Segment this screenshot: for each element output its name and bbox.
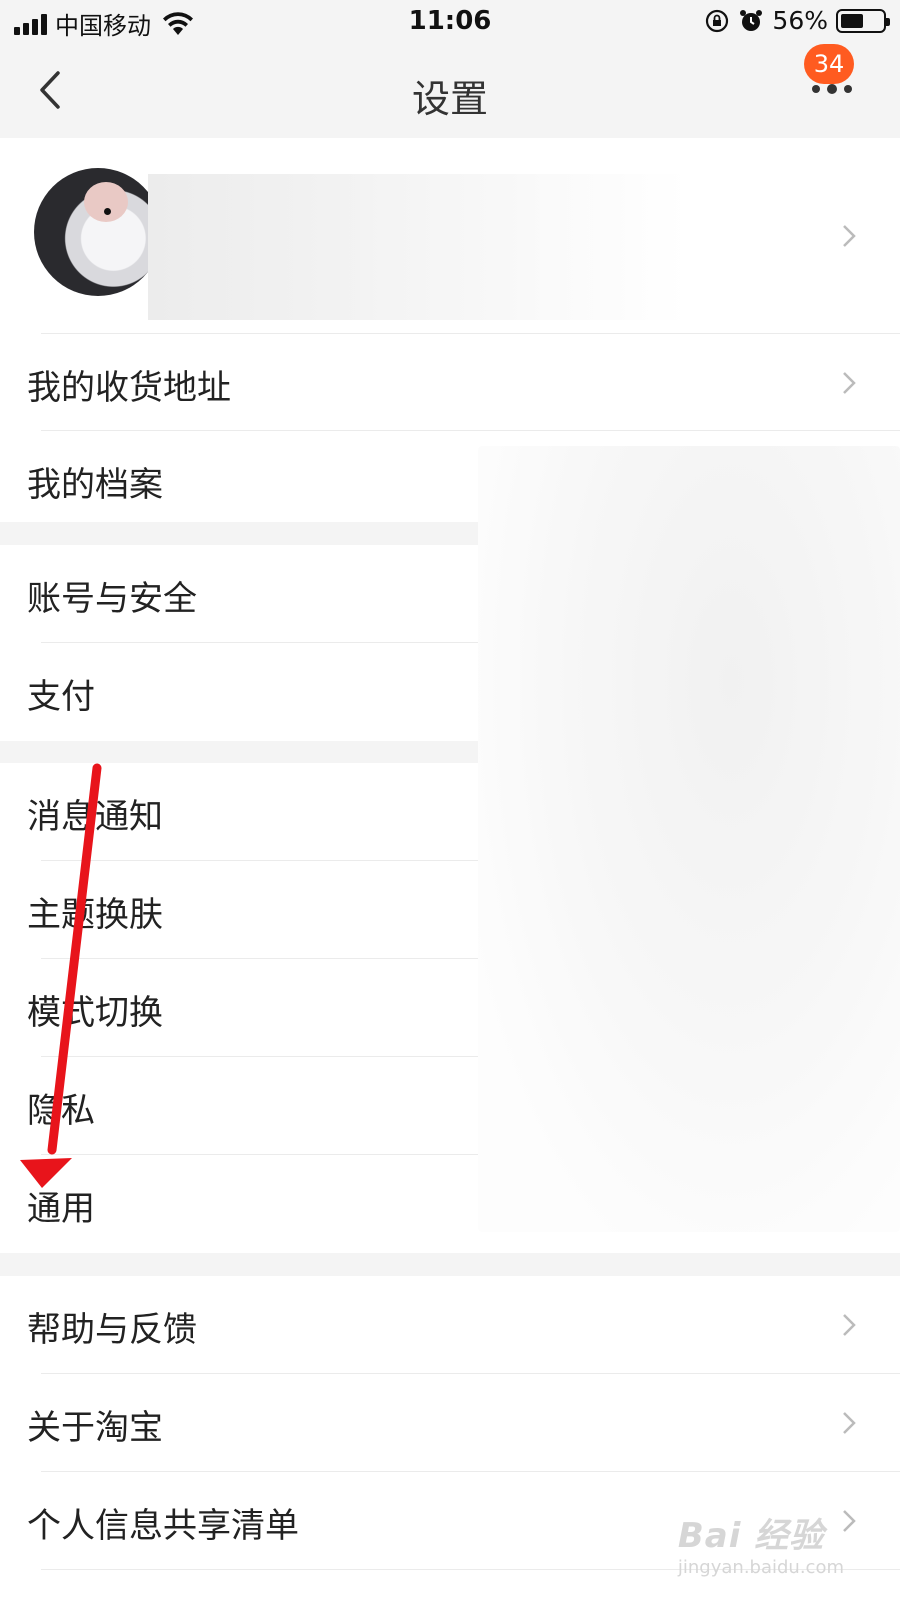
- battery-level: [841, 13, 864, 28]
- chevron-right-icon: [843, 1510, 856, 1532]
- watermark-logo-text: Bai 经验: [677, 1516, 825, 1556]
- settings-item-label: 消息通知: [27, 797, 163, 837]
- settings-item-label: 我的档案: [27, 465, 163, 505]
- message-count-badge: 34: [804, 44, 854, 84]
- chevron-right-icon: [843, 1314, 856, 1336]
- profile-name-redacted: [148, 174, 688, 320]
- nav-bar: 设置 34: [0, 44, 900, 138]
- settings-item-label: 模式切换: [27, 993, 163, 1033]
- status-bar: 中国移动 11:06 56%: [0, 0, 900, 44]
- settings-item-label: 帮助与反馈: [27, 1310, 197, 1350]
- chevron-right-icon: [843, 1412, 856, 1434]
- settings-item-label: 关于淘宝: [27, 1408, 163, 1448]
- back-button[interactable]: [30, 68, 70, 112]
- avatar: [34, 168, 162, 296]
- settings-item-label: 个人信息共享清单: [27, 1506, 299, 1546]
- battery-percent: 56%: [772, 6, 828, 35]
- settings-item-label: 我的收货地址: [27, 368, 231, 408]
- redacted-region: [478, 446, 900, 1232]
- chevron-right-icon: [843, 225, 856, 247]
- settings-item-help-feedback[interactable]: 帮助与反馈: [0, 1276, 900, 1374]
- chevron-left-icon: [40, 71, 60, 109]
- settings-item-label: 支付: [27, 677, 95, 717]
- settings-item-shipping-address[interactable]: 我的收货地址: [0, 334, 900, 432]
- page-title: 设置: [411, 77, 488, 121]
- rotation-lock-icon: [706, 9, 729, 32]
- profile-row[interactable]: [0, 138, 900, 334]
- chevron-right-icon: [843, 372, 856, 394]
- battery-icon: [836, 8, 890, 33]
- settings-item-label: 隐私: [27, 1091, 95, 1131]
- more-button[interactable]: 34: [796, 44, 876, 138]
- status-right: 56%: [704, 6, 890, 35]
- baidu-watermark: Bai 经验 jingyan.baidu.com: [678, 1508, 844, 1578]
- alarm-icon: [740, 9, 763, 31]
- settings-item-about-taobao[interactable]: 关于淘宝: [0, 1374, 900, 1472]
- settings-item-label: 账号与安全: [27, 579, 197, 619]
- more-dots-icon: [812, 84, 852, 94]
- settings-item-label: 主题换肤: [27, 895, 163, 935]
- watermark-url: jingyan.baidu.com: [677, 1557, 844, 1578]
- settings-item-label: 通用: [27, 1189, 95, 1229]
